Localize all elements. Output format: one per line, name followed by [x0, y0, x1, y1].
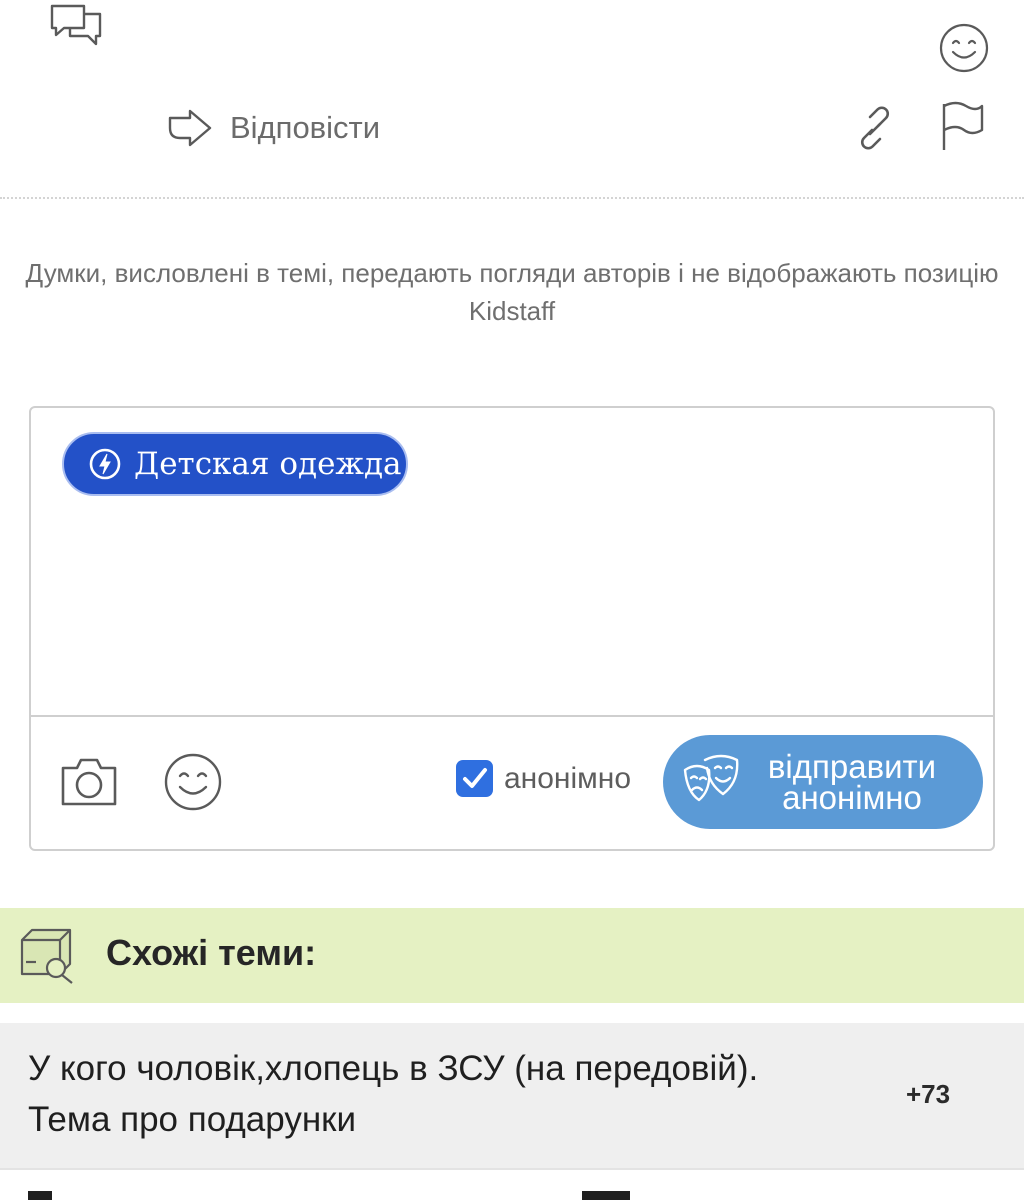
- theater-masks-icon: [679, 750, 743, 814]
- comment-composer: Детская одежда анонімно відправити аноні…: [29, 406, 995, 851]
- disclaimer-text: Думки, висловлені в темі, передають погл…: [25, 258, 999, 326]
- related-topics-header: Схожі теми:: [0, 908, 1024, 1003]
- topic-tag-label: Детская одежда: [134, 446, 402, 482]
- send-button-label: відправити анонімно: [747, 748, 957, 816]
- link-icon[interactable]: [854, 106, 896, 150]
- send-anonymously-button[interactable]: відправити анонімно: [663, 735, 983, 829]
- send-label-line2: анонімно: [782, 779, 922, 816]
- camera-icon[interactable]: [59, 754, 119, 810]
- text-fragment: [28, 1191, 52, 1200]
- checkmark-icon: [463, 768, 487, 788]
- lightning-bolt-icon: [88, 447, 122, 481]
- related-topic-row-partial[interactable]: [28, 1185, 728, 1200]
- emoji-smile-icon[interactable]: [163, 752, 223, 812]
- send-label-line1: відправити: [767, 748, 937, 785]
- related-topic-row[interactable]: У кого чоловік,хлопець в ЗСУ (на передов…: [0, 1023, 1024, 1168]
- reply-label: Відповісти: [230, 110, 381, 145]
- comments-icon[interactable]: [48, 2, 104, 48]
- related-topic-title: У кого чоловік,хлопець в ЗСУ (на передов…: [28, 1049, 759, 1139]
- text-fragment: [582, 1191, 630, 1200]
- report-flag-icon[interactable]: [936, 100, 986, 152]
- related-topic-count: +73: [906, 1079, 951, 1109]
- anonymous-checkbox[interactable]: [456, 760, 493, 797]
- reply-arrow-icon: [166, 108, 214, 148]
- related-topics-title: Схожі теми:: [106, 932, 317, 973]
- anonymous-label: анонімно: [504, 762, 632, 795]
- divider: [0, 197, 1024, 199]
- composer-divider: [31, 715, 993, 717]
- reaction-smile-icon[interactable]: [938, 22, 990, 74]
- reply-button[interactable]: Відповісти: [166, 104, 380, 152]
- box-search-icon: [16, 924, 78, 986]
- topic-tag-chip[interactable]: Детская одежда: [62, 432, 408, 496]
- row-divider: [0, 1168, 1024, 1170]
